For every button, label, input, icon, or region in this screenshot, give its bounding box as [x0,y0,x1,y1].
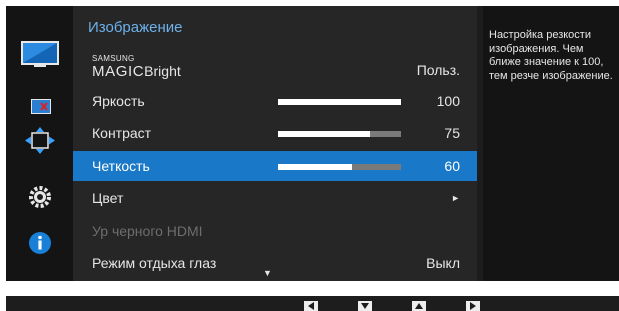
scroll-down-icon[interactable]: ▼ [263,268,272,278]
hdmi-black-label: Ур черного HDMI [92,223,203,239]
menu-item-color[interactable]: Цвет ► [73,183,477,213]
help-panel: Настройка резкости изображения. Чем ближ… [483,6,619,281]
picture-icon[interactable] [20,40,60,70]
button-guide-bar [6,296,619,311]
contrast-label: Контраст [92,125,152,141]
brightness-slider[interactable] [278,99,401,105]
osd-window: Изображение SAMSUNG MAGICBright Польз. Я… [6,6,619,281]
menu-item-contrast[interactable]: Контраст 75 [73,118,477,148]
eye-saver-label: Режим отдыха глаз [92,255,217,271]
submenu-arrow-icon: ► [451,193,460,203]
menu-item-sharpness[interactable]: Четкость 60 [73,151,477,181]
left-icon[interactable] [304,301,318,311]
sharpness-value: 60 [444,158,460,174]
help-text: Настройка резкости изображения. Чем ближ… [489,29,613,82]
menu-item-magic-bright[interactable]: SAMSUNG MAGICBright Польз. [73,50,477,80]
contrast-slider[interactable] [278,131,401,137]
magic-bright-value: Польз. [416,62,460,78]
right-icon[interactable] [466,301,480,311]
magic-bright-label: SAMSUNG MAGICBright [92,54,181,80]
contrast-value: 75 [444,125,460,141]
screen-adjust-icon[interactable] [20,92,60,122]
side-icon-bar [6,6,73,281]
samsung-label: SAMSUNG [92,54,135,63]
brightness-slider-fill [278,99,401,105]
sharpness-slider[interactable] [278,164,401,170]
info-icon[interactable] [20,228,60,258]
eye-saver-value: Выкл [426,255,460,271]
color-label: Цвет [92,190,124,206]
bright-label: Bright [144,63,181,79]
settings-icon[interactable] [20,182,60,212]
down-icon[interactable] [358,301,372,311]
magic-label: MAGIC [92,63,145,80]
menu-item-brightness[interactable]: Яркость 100 [73,86,477,116]
sharpness-label: Четкость [92,158,150,174]
menu-item-eye-saver[interactable]: Режим отдыха глаз Выкл [73,248,477,278]
position-icon[interactable] [20,126,60,156]
menu-title: Изображение [88,19,183,36]
contrast-slider-fill [278,131,371,137]
sharpness-slider-fill [278,164,352,170]
brightness-value: 100 [436,93,460,109]
brightness-label: Яркость [92,93,145,109]
picture-menu: Изображение SAMSUNG MAGICBright Польз. Я… [73,6,477,281]
up-icon[interactable] [412,301,426,311]
menu-item-hdmi-black-level: Ур черного HDMI [73,216,477,246]
